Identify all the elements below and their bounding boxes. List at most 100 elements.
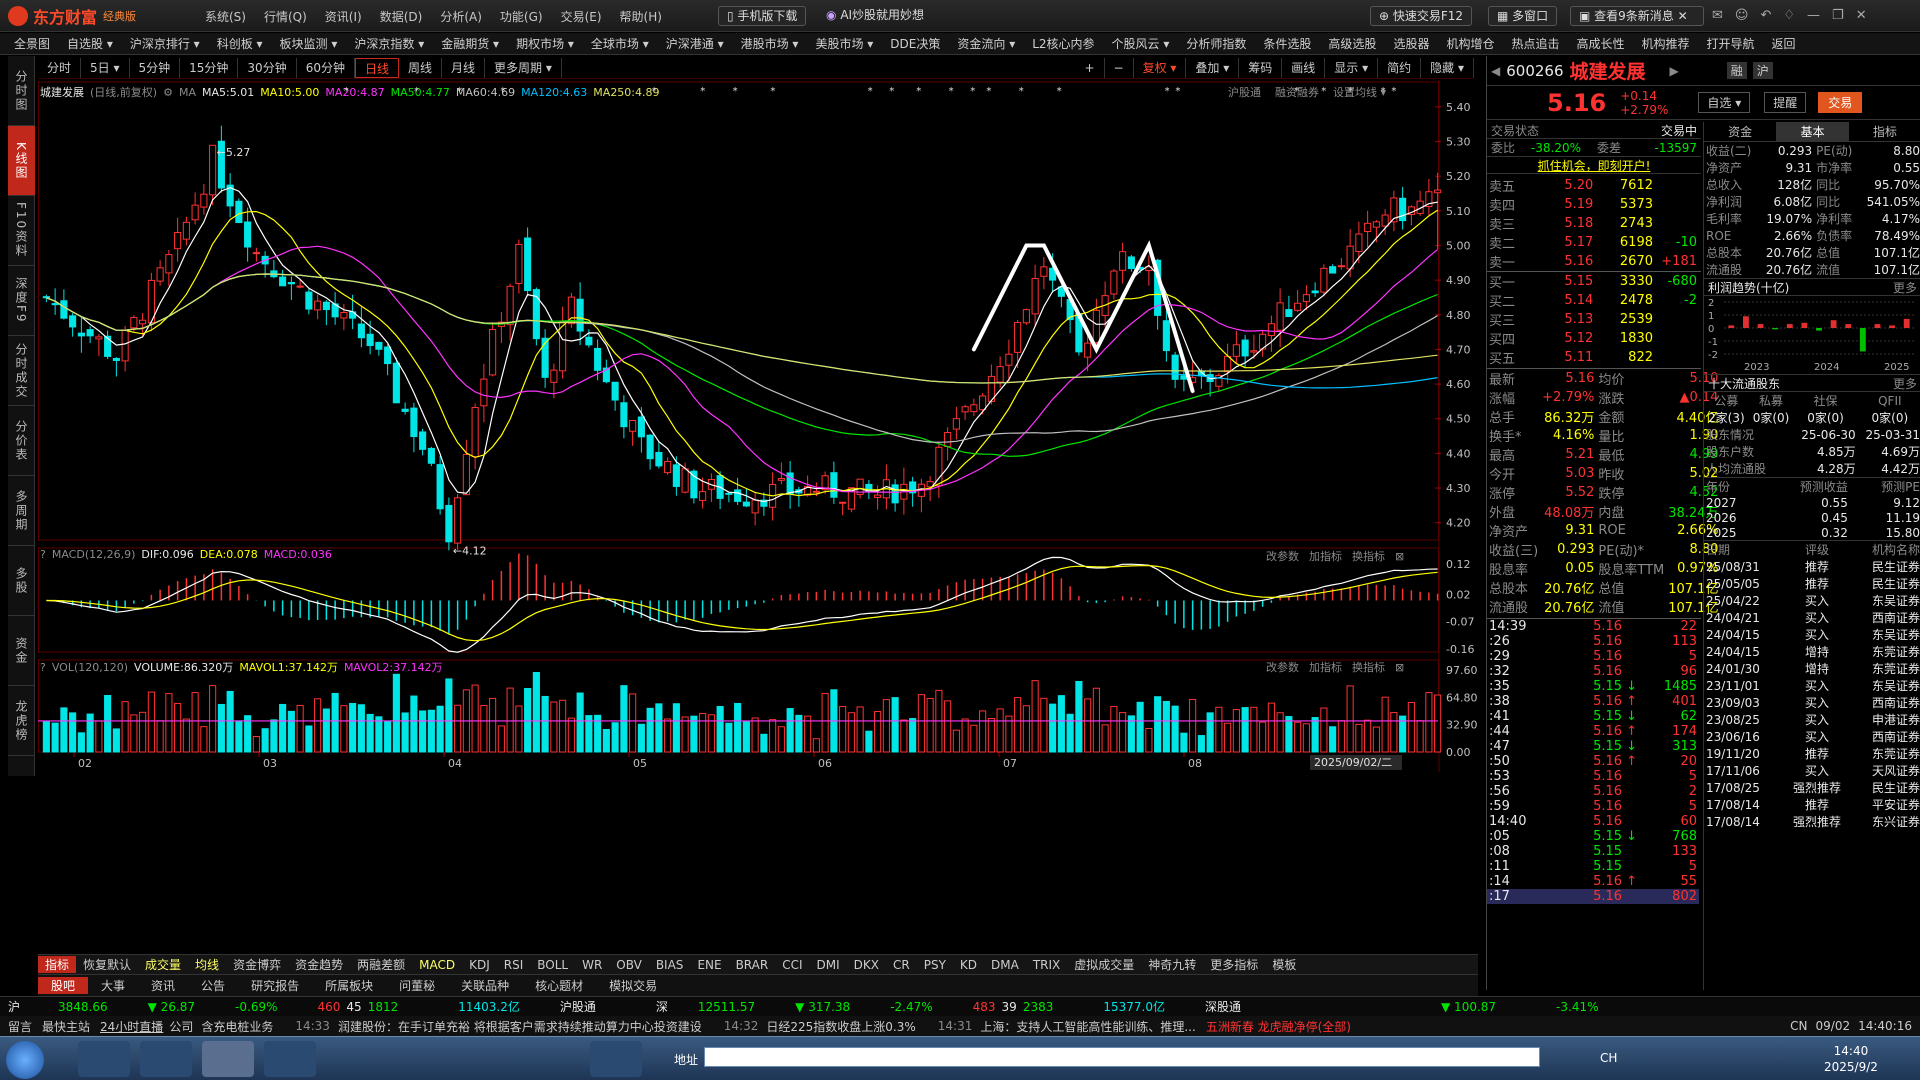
news-tab[interactable]: 研究报告	[238, 977, 312, 994]
event-marker-icon[interactable]: *	[344, 86, 349, 97]
nav-item[interactable]: 全球市场 ▾	[591, 35, 649, 52]
candle[interactable]	[305, 291, 313, 310]
left-tab[interactable]: 分时成交	[8, 336, 35, 406]
nav-item[interactable]: DDE决策	[890, 35, 940, 52]
candle[interactable]	[419, 431, 427, 450]
candle[interactable]	[961, 406, 969, 413]
candle[interactable]	[392, 362, 400, 404]
candle[interactable]	[244, 221, 252, 248]
event-marker-icon[interactable]: *	[1175, 86, 1180, 97]
event-marker-icon[interactable]: *	[770, 86, 775, 97]
candle[interactable]	[1276, 302, 1284, 331]
candle[interactable]	[191, 204, 199, 221]
menu-item[interactable]: 系统(S)	[205, 8, 246, 25]
nav-item[interactable]: 全景图	[14, 35, 50, 52]
event-marker-icon[interactable]: *	[733, 86, 738, 97]
candle[interactable]	[287, 281, 295, 285]
rating-row[interactable]: 25/05/05 推荐 民生证券	[1704, 575, 1920, 592]
book-row[interactable]: 卖三 5.18 2743	[1487, 214, 1699, 233]
event-marker-icon[interactable]: *	[1321, 86, 1326, 97]
user-icon[interactable]: ☺	[1735, 8, 1749, 23]
ticker-news-1[interactable]: 含充电桩业务	[201, 1018, 273, 1035]
candle[interactable]	[1302, 294, 1310, 303]
candle[interactable]	[681, 468, 689, 493]
nav-item[interactable]: 资金流向 ▾	[957, 35, 1015, 52]
candle[interactable]	[86, 329, 94, 337]
message-link[interactable]: 留言	[8, 1018, 32, 1035]
event-marker-icon[interactable]: *	[1019, 86, 1024, 97]
candle[interactable]	[830, 472, 838, 498]
indicator-tab[interactable]: 资金博弈	[226, 956, 288, 973]
indicator-tab[interactable]: PSY	[917, 958, 953, 972]
holders-more-link[interactable]: 更多	[1893, 375, 1917, 392]
close-icon[interactable]: ⊠	[1395, 550, 1404, 563]
chart-tool-button[interactable]: 显示 ▾	[1325, 57, 1379, 78]
news-tab[interactable]: 股吧	[38, 977, 89, 994]
indicator-tab[interactable]: DMA	[984, 958, 1026, 972]
rating-row[interactable]: 23/11/01 买入 东吴证券	[1704, 677, 1920, 694]
candle[interactable]	[296, 285, 304, 288]
news-tab[interactable]: 问董秘	[386, 977, 448, 994]
candle[interactable]	[996, 366, 1004, 383]
news-tab[interactable]: 资讯	[138, 977, 188, 994]
event-marker-icon[interactable]: *	[1381, 86, 1386, 97]
nav-item[interactable]: 打开导航	[1707, 35, 1755, 52]
live-link[interactable]: 24小时直播	[100, 1018, 163, 1035]
event-marker-icon[interactable]: *	[414, 86, 419, 97]
candle[interactable]	[585, 336, 593, 346]
event-marker-icon[interactable]: *	[949, 86, 954, 97]
candle[interactable]	[1180, 375, 1188, 380]
nav-item[interactable]: 热点追击	[1511, 35, 1559, 52]
server-link[interactable]: 最快主站	[42, 1018, 90, 1035]
rating-row[interactable]: 17/08/14 推荐 平安证券	[1704, 796, 1920, 813]
candle[interactable]	[839, 501, 847, 504]
candle[interactable]	[952, 418, 960, 430]
candle[interactable]	[891, 484, 899, 504]
candle[interactable]	[69, 315, 77, 328]
indicator-tab[interactable]: OBV	[609, 958, 649, 972]
candle[interactable]	[970, 404, 978, 413]
rating-row[interactable]: 25/04/22 买入 东吴证券	[1704, 592, 1920, 609]
rating-row[interactable]: 17/11/06 买入 天风证券	[1704, 762, 1920, 779]
sgt-status[interactable]: 深股通	[1205, 998, 1241, 1015]
candle[interactable]	[629, 419, 637, 432]
mail-icon[interactable]: ✉	[1712, 8, 1723, 23]
candle[interactable]	[445, 504, 453, 543]
indicator-tab[interactable]: 神奇九转	[1141, 956, 1203, 973]
candle[interactable]	[1162, 320, 1170, 352]
candle[interactable]	[471, 407, 479, 458]
fund-tab[interactable]: 基本	[1776, 121, 1849, 142]
close-icon[interactable]: ⊠	[1395, 661, 1404, 674]
candle[interactable]	[462, 453, 470, 496]
candle[interactable]	[454, 497, 462, 544]
candle[interactable]	[1119, 251, 1127, 271]
event-marker-icon[interactable]: *	[889, 86, 894, 97]
candle[interactable]	[1311, 290, 1319, 294]
book-row[interactable]: 买一 5.15 3330 -680	[1487, 272, 1699, 291]
candle[interactable]	[1267, 323, 1275, 337]
period-tab[interactable]: 5分钟	[130, 57, 181, 78]
indicator-tab[interactable]: 模板	[1265, 956, 1303, 973]
rating-row[interactable]: 25/08/31 推荐 民生证券	[1704, 558, 1920, 575]
nav-item[interactable]: 返回	[1772, 35, 1796, 52]
indicator-tab[interactable]: 成交量	[138, 956, 188, 973]
indicator-tab[interactable]: TRIX	[1026, 958, 1067, 972]
nav-item[interactable]: 沪深京指数 ▾	[354, 35, 424, 52]
book-row[interactable]: 买二 5.14 2478 -2	[1487, 291, 1699, 310]
event-marker-icon[interactable]: *	[868, 86, 873, 97]
event-marker-icon[interactable]: *	[1165, 86, 1170, 97]
nav-item[interactable]: 港股市场 ▾	[741, 35, 799, 52]
candle[interactable]	[699, 491, 707, 501]
left-tab[interactable]: 深度F9	[8, 266, 35, 336]
candle[interactable]	[1434, 189, 1442, 194]
candle[interactable]	[489, 328, 497, 376]
book-row[interactable]: 卖一 5.16 2670 +181	[1487, 252, 1699, 271]
nav-item[interactable]: 板块监测 ▾	[280, 35, 338, 52]
event-marker-icon[interactable]: *	[652, 86, 657, 97]
candle[interactable]	[655, 451, 663, 467]
nav-item[interactable]: 自选股 ▾	[67, 35, 113, 52]
candle[interactable]	[1014, 322, 1022, 353]
candle[interactable]	[1022, 309, 1030, 324]
nav-item[interactable]: 高成长性	[1576, 35, 1624, 52]
nav-item[interactable]: L2核心内参	[1032, 35, 1094, 52]
